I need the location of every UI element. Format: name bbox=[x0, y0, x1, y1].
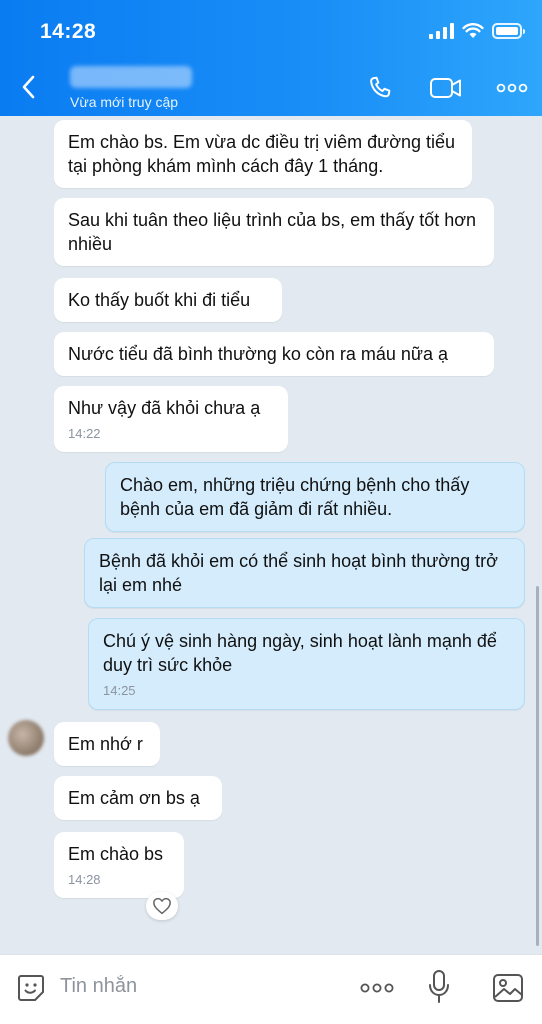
message-bubble[interactable]: Em cảm ơn bs ạ bbox=[54, 776, 222, 820]
chevron-left-icon bbox=[22, 75, 35, 99]
message-bubble[interactable]: Chú ý vệ sinh hàng ngày, sinh hoạt lành … bbox=[88, 618, 525, 710]
message-input[interactable] bbox=[60, 969, 340, 1003]
message-bubble[interactable]: Sau khi tuân theo liệu trình của bs, em … bbox=[54, 198, 494, 266]
message-text: Chào em, những triệu chứng bệnh cho thấy… bbox=[120, 475, 470, 519]
more-options-button[interactable] bbox=[494, 70, 530, 106]
message-list[interactable]: Em chào bs. Em vừa dc điều trị viêm đườn… bbox=[0, 116, 542, 954]
sticker-smile-icon bbox=[18, 975, 44, 1001]
cellular-signal-icon bbox=[429, 23, 454, 39]
message-time: 14:28 bbox=[68, 872, 101, 887]
message-text: Em nhớ r bbox=[68, 734, 143, 754]
status-bar: 14:28 bbox=[0, 0, 542, 62]
message-text: Em chào bs. Em vừa dc điều trị viêm đườn… bbox=[68, 132, 456, 176]
react-button[interactable] bbox=[146, 892, 178, 920]
message-text: Em cảm ơn bs ạ bbox=[68, 788, 200, 808]
voice-record-button[interactable] bbox=[424, 967, 454, 1007]
wifi-icon bbox=[462, 23, 484, 38]
nav-actions bbox=[362, 70, 530, 106]
message-time: 14:25 bbox=[103, 683, 136, 698]
more-actions-button[interactable] bbox=[356, 973, 398, 1003]
message-bubble[interactable]: Bệnh đã khỏi em có thể sinh hoạt bình th… bbox=[84, 538, 525, 608]
heart-icon bbox=[153, 897, 171, 915]
chat-header: 14:28 Vừa mới truy cập bbox=[0, 0, 542, 116]
message-bubble[interactable]: Em chào bs. Em vừa dc điều trị viêm đườn… bbox=[54, 120, 472, 188]
scrollbar[interactable] bbox=[536, 586, 539, 946]
more-dots-icon bbox=[496, 83, 528, 93]
call-button[interactable] bbox=[362, 70, 398, 106]
message-composer bbox=[0, 954, 542, 1024]
message-text: Sau khi tuân theo liệu trình của bs, em … bbox=[68, 210, 477, 254]
message-text: Bệnh đã khỏi em có thể sinh hoạt bình th… bbox=[99, 551, 498, 595]
back-button[interactable] bbox=[14, 72, 44, 102]
video-call-button[interactable] bbox=[428, 70, 464, 106]
battery-icon bbox=[492, 23, 525, 39]
chat-nav: Vừa mới truy cập bbox=[0, 62, 542, 116]
message-bubble[interactable]: Như vậy đã khỏi chưa ạ 14:22 bbox=[54, 386, 288, 452]
message-text: Chú ý vệ sinh hàng ngày, sinh hoạt lành … bbox=[103, 631, 497, 675]
message-text: Nước tiểu đã bình thường ko còn ra máu n… bbox=[68, 344, 448, 364]
more-dots-icon bbox=[360, 983, 394, 993]
contact-info[interactable]: Vừa mới truy cập bbox=[70, 66, 192, 110]
send-image-button[interactable] bbox=[490, 971, 526, 1005]
sticker-button[interactable] bbox=[14, 971, 48, 1005]
contact-status: Vừa mới truy cập bbox=[70, 94, 179, 110]
status-time: 14:28 bbox=[40, 20, 97, 43]
message-text: Ko thấy buốt khi đi tiểu bbox=[68, 290, 251, 310]
contact-name-blurred bbox=[70, 66, 192, 88]
message-bubble[interactable]: Em chào bs 14:28 bbox=[54, 832, 184, 898]
message-bubble[interactable]: Chào em, những triệu chứng bệnh cho thấy… bbox=[105, 462, 525, 532]
message-text: Như vậy đã khỏi chưa ạ bbox=[68, 398, 261, 418]
message-bubble[interactable]: Nước tiểu đã bình thường ko còn ra máu n… bbox=[54, 332, 494, 376]
phone-icon bbox=[370, 76, 391, 98]
contact-avatar[interactable] bbox=[8, 720, 44, 756]
message-bubble[interactable]: Ko thấy buốt khi đi tiểu bbox=[54, 278, 282, 322]
message-time: 14:22 bbox=[68, 426, 101, 441]
image-icon bbox=[493, 974, 523, 1002]
message-bubble[interactable]: Em nhớ r bbox=[54, 722, 160, 766]
status-icons bbox=[429, 23, 525, 39]
video-camera-icon bbox=[430, 78, 461, 98]
message-text: Em chào bs bbox=[68, 844, 164, 864]
microphone-icon bbox=[429, 970, 449, 1003]
